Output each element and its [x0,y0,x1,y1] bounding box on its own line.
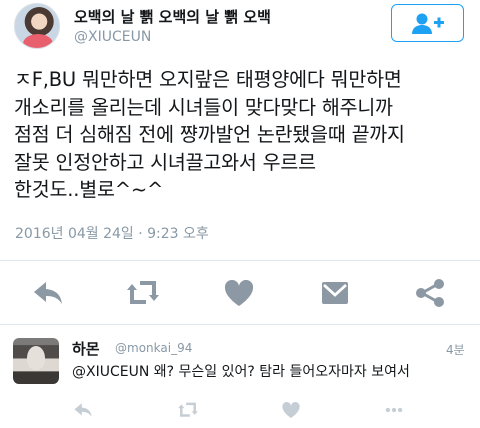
add-user-icon [412,13,444,34]
author-display-name[interactable]: 오백의 날 뾁 오백의 날 뾁 오백 [74,6,271,27]
follow-button[interactable] [391,4,464,42]
tweet-line: 점점 더 심해짐 전에 쨩까발언 논란됐을때 끝까지 [14,123,405,146]
tweet-line: 한것도..별로^~^ [14,178,164,201]
reply-icon [34,282,62,304]
reply-retweet-button[interactable] [177,399,199,421]
tweet-line: 잘못 인정안하고 시녀끌고와서 우르르 [14,150,316,174]
retweet-icon [127,281,159,304]
divider [0,260,480,261]
share-button[interactable] [412,275,448,311]
tweet-line: 개소리를 올리는데 시녀들이 맞다맞다 해주니까 [14,95,393,119]
reply-more-button[interactable] [383,399,405,421]
like-button[interactable] [221,275,257,311]
reply-author-handle[interactable]: @monkai_94 [115,341,192,355]
message-button[interactable] [317,275,353,311]
author-avatar[interactable] [14,3,60,49]
share-icon [416,279,444,307]
tweet-text: ㅈF,BU 뭐만하면 오지랖은 태평양에다 뭐만하면 개소리를 올리는데 시녀들… [14,66,469,204]
message-icon [322,282,348,304]
divider [0,324,480,325]
reply-text: @XIUCEUN 왜? 무슨일 있어? 탐라 들어오자마자 보여서 [72,364,410,380]
retweet-button[interactable] [125,275,161,311]
reply-icon [74,403,92,417]
more-icon [385,407,403,413]
tweet-timestamp[interactable]: 2016년 04월 24일 · 9:23 오후 [15,223,209,243]
reply-like-button[interactable] [280,399,302,421]
reply-avatar[interactable] [13,338,59,384]
reply-reply-button[interactable] [72,399,94,421]
tweet-line: ㅈF,BU 뭐만하면 오지랖은 태평양에다 뭐만하면 [14,68,402,91]
like-icon [224,279,254,306]
author-handle[interactable]: @XIUCEUN [74,29,151,45]
retweet-icon [178,402,198,417]
reply-button[interactable] [30,275,66,311]
like-icon [282,402,300,418]
reply-time: 4분 [446,343,465,357]
reply-author-name[interactable]: 하몬 [72,338,100,359]
